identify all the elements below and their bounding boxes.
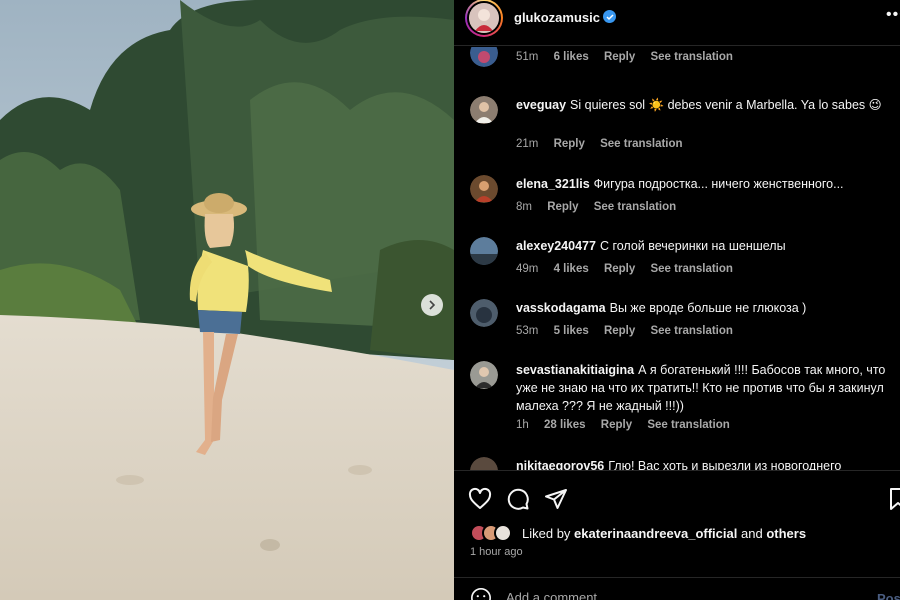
emoji-icon[interactable] [470,587,492,600]
reply-button[interactable]: Reply [554,138,585,150]
comment-text: Фигура подростка... ничего женственного.… [593,177,844,191]
liked-by-and: and [740,525,763,541]
add-comment-input[interactable] [506,590,846,600]
add-comment-row: Post [454,577,900,600]
comment-text: Вы же вроде больше не глюкоза ) [609,301,807,315]
comment-time: 49m [516,263,539,275]
comment-icon[interactable] [506,487,530,511]
comment-avatar[interactable] [470,299,498,327]
comment-likes[interactable]: 5 likes [554,325,589,337]
comment-time: 21m [516,138,539,150]
chevron-right-icon [429,300,436,310]
reply-button[interactable]: Reply [604,263,635,275]
liked-by-others[interactable]: others [766,526,806,541]
liked-by-prefix: Liked by [522,525,571,541]
comment-text: С голой вечеринки на шеншелы [599,239,786,253]
comment-meta: 49m 4 likes Reply See translation [516,263,745,275]
comment-time: 51m [516,51,539,63]
comment-likes[interactable]: 28 likes [544,419,586,431]
comment-username[interactable]: nikitaegorov56 [516,459,604,470]
comment-likes[interactable]: 6 likes [554,51,589,63]
reply-button[interactable]: Reply [601,419,632,431]
comment-time: 53m [516,325,539,337]
see-translation-button[interactable]: See translation [594,201,676,213]
author-username[interactable]: glukozamusic [514,10,600,25]
comment-username[interactable]: eveguay [516,98,566,112]
reply-button[interactable]: Reply [547,201,578,213]
share-icon[interactable] [544,487,568,511]
see-translation-button[interactable]: See translation [650,263,732,275]
comment-username[interactable]: alexey240477 [516,239,596,253]
bookmark-icon[interactable] [886,487,900,511]
post-time[interactable]: 1 hour ago [470,546,523,558]
liked-by-user[interactable]: ekaterinaandreeva_official [574,526,737,541]
post-actions: Liked by ekaterinaandreeva_official and … [454,470,900,600]
see-translation-button[interactable]: See translation [650,51,732,63]
comment-text: Si quieres sol ☀️ debes venir a Marbella… [570,98,882,112]
liker-avatar[interactable] [494,524,512,542]
comment-username[interactable]: vasskodagama [516,301,606,315]
post-photo[interactable] [0,0,454,600]
comment-avatar[interactable] [470,237,498,265]
comment-time: 8m [516,201,532,213]
author-avatar[interactable] [465,0,503,37]
comment-meta: 21m Reply See translation [516,138,695,150]
see-translation-button[interactable]: See translation [600,138,682,150]
comment-username[interactable]: elena_321lis [516,177,590,191]
post-header: glukozamusic ••• [454,0,900,46]
comment-avatar[interactable] [470,175,498,203]
see-translation-button[interactable]: See translation [650,325,732,337]
comment-meta: 51m 6 likes Reply See translation [516,51,745,63]
reply-button[interactable]: Reply [604,325,635,337]
comment-text: Глю! Вас хоть и вырезли из новогоднего [608,459,842,470]
reply-button[interactable]: Reply [604,51,635,63]
comment-likes[interactable]: 4 likes [554,263,589,275]
see-translation-button[interactable]: See translation [647,419,729,431]
comment-avatar[interactable] [470,457,498,470]
post-panel: glukozamusic ••• 51m 6 likes Reply See t… [454,0,900,600]
post-button[interactable]: Post [877,591,900,600]
heart-icon[interactable] [468,487,492,511]
comment-avatar[interactable] [470,47,498,67]
more-icon[interactable]: ••• [886,6,900,24]
comment-time: 1h [516,419,529,431]
next-photo-button[interactable] [421,294,443,316]
liked-by: Liked by ekaterinaandreeva_official and … [470,523,806,543]
comment-username[interactable]: sevastianakitiaigina [516,363,634,377]
comment-meta: 8m Reply See translation [516,201,688,213]
comment-avatar[interactable] [470,96,498,124]
comment-meta: 1h 28 likes Reply See translation [516,419,742,431]
comment-avatar[interactable] [470,361,498,389]
verified-icon [603,10,616,23]
comment-meta: 53m 5 likes Reply See translation [516,325,745,337]
comments-list[interactable]: 51m 6 likes Reply See translation evegua… [454,47,900,470]
beach-photo-image [0,0,454,600]
